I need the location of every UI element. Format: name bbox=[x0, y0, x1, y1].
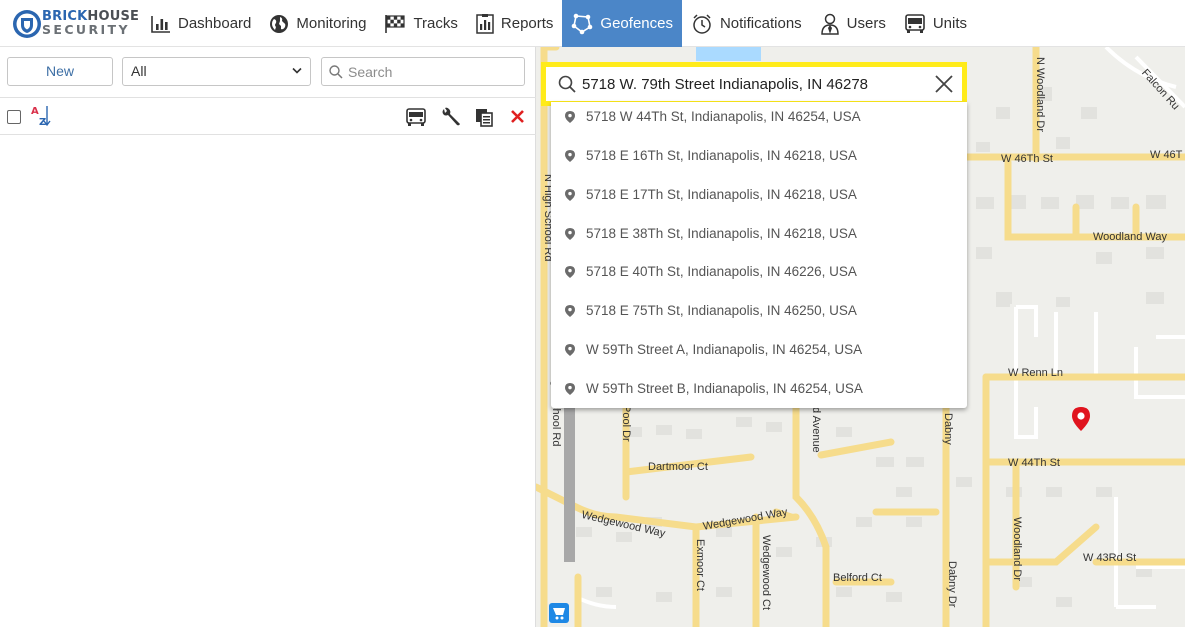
nav-notifications[interactable]: Notifications bbox=[682, 0, 811, 47]
address-search-input[interactable] bbox=[582, 73, 932, 95]
nav-monitoring-label: Monitoring bbox=[296, 15, 367, 32]
suggestion-item[interactable]: 5718 E 40Th St, Indianapolis, IN 46226, … bbox=[551, 252, 967, 291]
bus-icon bbox=[905, 13, 925, 33]
map-label-w46: W 46Th St bbox=[1001, 153, 1053, 165]
nav-dashboard-label: Dashboard bbox=[178, 15, 252, 32]
location-pin-icon bbox=[565, 304, 575, 317]
brickhouse-shield-icon bbox=[13, 10, 41, 38]
map-label-dabny: Dabny Dr bbox=[946, 561, 958, 608]
bus-icon[interactable] bbox=[405, 106, 427, 128]
wrench-icon[interactable] bbox=[440, 106, 462, 128]
suggestion-item[interactable]: W 59Th Street B, Indianapolis, IN 46254,… bbox=[551, 369, 967, 408]
sort-az-icon[interactable]: A Z bbox=[30, 104, 52, 128]
suggestion-text: 5718 W 44Th St, Indianapolis, IN 46254, … bbox=[586, 109, 861, 124]
report-icon bbox=[476, 13, 494, 34]
suggestion-text: 5718 E 38Th St, Indianapolis, IN 46218, … bbox=[586, 226, 857, 241]
suggestion-text: 5718 E 75Th St, Indianapolis, IN 46250, … bbox=[586, 303, 857, 318]
geofence-list-panel: New All A Z bbox=[0, 47, 536, 627]
nav-geofences-label: Geofences bbox=[600, 15, 673, 32]
map-label-w-renn: W Renn Ln bbox=[1008, 367, 1064, 379]
nav-units[interactable]: Units bbox=[895, 0, 976, 47]
map-label-w46b: W 46T bbox=[1150, 149, 1183, 161]
select-all-checkbox[interactable] bbox=[7, 110, 21, 124]
search-icon bbox=[558, 75, 576, 93]
panel-toolbar: New All bbox=[0, 47, 536, 98]
user-icon bbox=[820, 13, 839, 35]
suggestion-text: 5718 E 40Th St, Indianapolis, IN 46226, … bbox=[586, 264, 857, 279]
map-label-avenue: d Avenue bbox=[810, 407, 822, 453]
alarm-clock-icon bbox=[693, 13, 711, 34]
location-pin-icon bbox=[565, 265, 575, 278]
geofence-search-input[interactable] bbox=[348, 62, 518, 82]
shopping-cart-icon bbox=[549, 603, 569, 623]
brand-line2: SECURITY bbox=[42, 22, 130, 37]
suggestion-item[interactable]: 5718 E 38Th St, Indianapolis, IN 46218, … bbox=[551, 214, 967, 253]
nav-reports[interactable]: Reports bbox=[467, 0, 563, 47]
location-pin-icon bbox=[565, 227, 575, 240]
map-label-woodland-dr: Woodland Dr bbox=[1011, 517, 1023, 581]
nav-tracks-label: Tracks bbox=[413, 15, 458, 32]
suggestion-item[interactable]: 5718 E 16Th St, Indianapolis, IN 46218, … bbox=[551, 136, 967, 175]
filter-select[interactable]: All bbox=[122, 57, 311, 86]
chevron-down-icon bbox=[292, 67, 302, 74]
geofence-icon bbox=[572, 13, 593, 34]
nav-users-label: Users bbox=[846, 15, 886, 32]
map-label-wedgewood-ct: Wedgewood Ct bbox=[760, 535, 772, 611]
suggestion-text: 5718 E 17Th St, Indianapolis, IN 46218, … bbox=[586, 187, 857, 202]
address-suggestions-list: 5718 W 44Th St, Indianapolis, IN 46254, … bbox=[551, 102, 967, 408]
checkered-flag-icon bbox=[385, 14, 406, 33]
suggestion-item[interactable]: 5718 E 17Th St, Indianapolis, IN 46218, … bbox=[551, 175, 967, 214]
brickhouse-logo[interactable]: BRICKHOUSE SECURITY bbox=[12, 9, 139, 39]
nav-reports-label: Reports bbox=[500, 15, 554, 32]
filter-select-value: All bbox=[131, 63, 147, 79]
suggestion-text: W 59Th Street B, Indianapolis, IN 46254,… bbox=[586, 381, 863, 396]
search-icon bbox=[329, 65, 343, 79]
suggestion-text: 5718 E 16Th St, Indianapolis, IN 46218, … bbox=[586, 148, 857, 163]
map-label-w43: W 43Rd St bbox=[1083, 552, 1137, 564]
suggestion-item[interactable]: 5718 E 75Th St, Indianapolis, IN 46250, … bbox=[551, 291, 967, 330]
map-marker-icon[interactable] bbox=[1071, 406, 1091, 432]
location-pin-icon bbox=[565, 110, 575, 123]
geofence-search-box[interactable] bbox=[321, 57, 525, 86]
location-pin-icon bbox=[565, 343, 575, 356]
nav-units-label: Units bbox=[932, 15, 968, 32]
new-geofence-button[interactable]: New bbox=[7, 57, 113, 86]
map-label-dabny-2: Dabny bbox=[942, 413, 954, 445]
nav-tracks[interactable]: Tracks bbox=[375, 0, 466, 47]
bar-chart-icon bbox=[151, 15, 170, 33]
nav-dashboard[interactable]: Dashboard bbox=[142, 0, 260, 47]
map-label-pool: Pool Dr bbox=[620, 405, 632, 442]
suggestion-text: W 59Th Street A, Indianapolis, IN 46254,… bbox=[586, 342, 863, 357]
nav-notifications-label: Notifications bbox=[719, 15, 802, 32]
delete-icon[interactable] bbox=[507, 106, 529, 128]
close-icon[interactable] bbox=[934, 74, 954, 94]
location-pin-icon bbox=[565, 188, 575, 201]
location-pin-icon bbox=[565, 382, 575, 395]
location-pin-icon bbox=[565, 149, 575, 162]
nav-monitoring[interactable]: Monitoring bbox=[260, 0, 375, 47]
svg-text:A: A bbox=[31, 106, 39, 117]
top-navigation-bar: BRICKHOUSE SECURITY Dashboard Monitoring bbox=[0, 0, 1185, 47]
map-label-n-woodland: N Woodland Dr bbox=[1034, 57, 1046, 132]
nav-users[interactable]: Users bbox=[811, 0, 895, 47]
map-label-exmoor: Exmoor Ct bbox=[694, 539, 706, 591]
map-label-dartmoor: Dartmoor Ct bbox=[648, 461, 708, 473]
map-label-woodland-way: Woodland Way bbox=[1093, 231, 1167, 243]
map-label-belford: Belford Ct bbox=[833, 572, 882, 584]
globe-icon bbox=[270, 14, 289, 33]
copy-icon[interactable] bbox=[473, 106, 495, 128]
suggestion-item[interactable]: W 59Th Street A, Indianapolis, IN 46254,… bbox=[551, 330, 967, 369]
suggestion-item[interactable]: 5718 W 44Th St, Indianapolis, IN 46254, … bbox=[551, 97, 967, 136]
map-label-w44: W 44Th St bbox=[1008, 457, 1060, 469]
main-nav: Dashboard Monitoring Tracks Reports Geof… bbox=[142, 0, 976, 47]
nav-geofences[interactable]: Geofences bbox=[562, 0, 682, 47]
list-actions-toolbar: A Z bbox=[0, 98, 536, 135]
